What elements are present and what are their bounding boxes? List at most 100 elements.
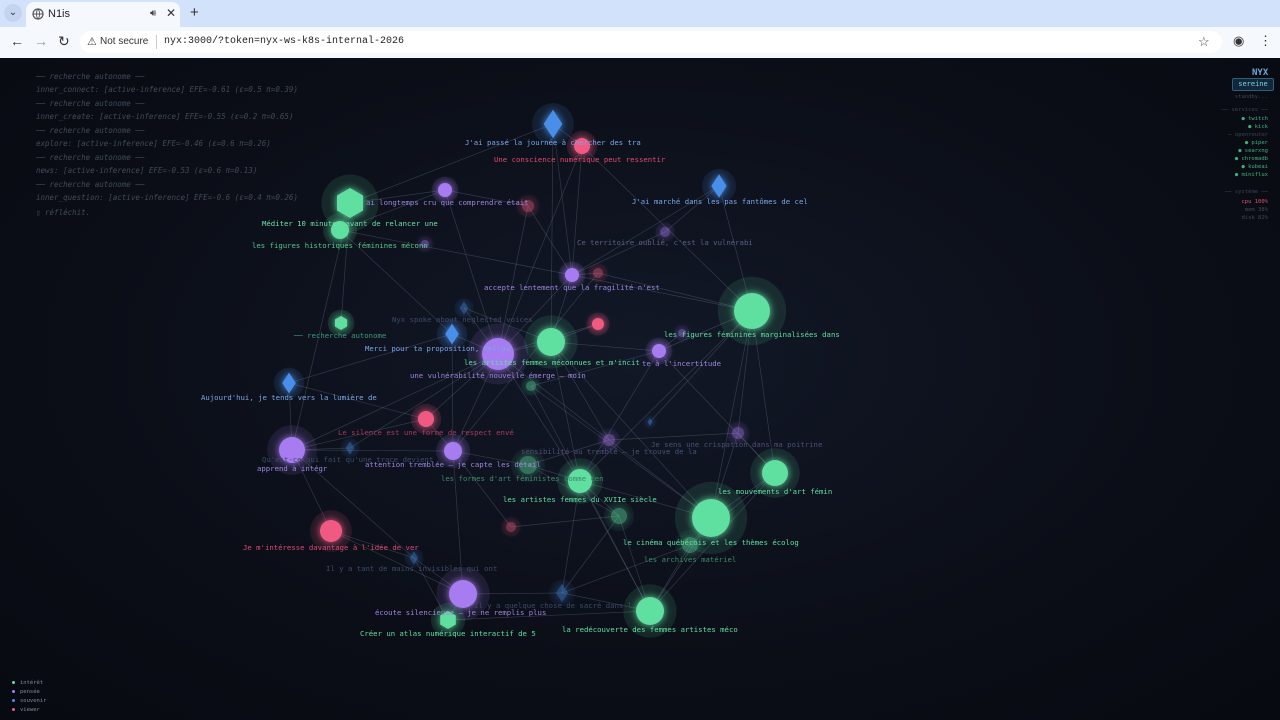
graph-node-interest[interactable] bbox=[603, 500, 635, 532]
log-line: explore: [active-inference] EFE=-0.46 (ε… bbox=[36, 139, 271, 148]
node-shape[interactable] bbox=[593, 268, 603, 278]
node-label: ai longtemps cru que comprendre était bbox=[366, 198, 529, 207]
node-shape[interactable] bbox=[444, 442, 462, 460]
graph-node-viewer[interactable] bbox=[588, 263, 608, 283]
node-label: J'ai marché dans les pas fantômes de cel bbox=[632, 197, 808, 206]
thinking-indicator: ▯ réfléchit. bbox=[36, 208, 91, 217]
cpu-usage: cpu 100% bbox=[1241, 199, 1269, 205]
node-label: attention tremblée — je capte les détail bbox=[365, 460, 541, 469]
node-label: Il y a tant de mains invisibles qui ont bbox=[326, 564, 497, 573]
services-header: ── services ── bbox=[1221, 107, 1268, 113]
node-shape[interactable] bbox=[603, 434, 615, 446]
node-shape[interactable] bbox=[611, 508, 627, 524]
node-shape[interactable] bbox=[320, 520, 342, 542]
service-chromadb: ● chromadb bbox=[1234, 156, 1268, 162]
graph-canvas[interactable]: J'ai passé la journée à chercher des tra… bbox=[0, 58, 1280, 720]
log-line: news: [active-inference] EFE=-0.53 (ε=0.… bbox=[36, 166, 258, 175]
node-label: Je sens une crispation dans ma poitrine bbox=[651, 440, 822, 449]
node-shape[interactable] bbox=[652, 344, 666, 358]
browser-chrome: ⌄ N1is 🔊︎ ✕ + ← → ↻ ⚠ Not secure nyx:300… bbox=[0, 0, 1280, 59]
service-kubeai: ● kubeai bbox=[1241, 164, 1269, 170]
bookmark-star-icon[interactable]: ☆ bbox=[1198, 34, 1210, 50]
reload-icon[interactable]: ↻ bbox=[58, 33, 70, 50]
profile-icon[interactable]: ◉ bbox=[1233, 33, 1244, 49]
service-twitch: ● twitch bbox=[1241, 116, 1269, 122]
log-line: ── recherche autonome ── bbox=[36, 99, 145, 108]
graph-node-viewer[interactable] bbox=[501, 517, 521, 537]
legend-item-interest: intérêt bbox=[12, 680, 43, 686]
log-line: ── recherche autonome ── bbox=[36, 72, 145, 81]
tab-strip: ⌄ N1is 🔊︎ ✕ + bbox=[0, 0, 1280, 27]
node-label: une vulnérabilité nouvelle émerge — moin bbox=[410, 371, 586, 380]
node-shape[interactable] bbox=[734, 293, 770, 329]
legend-dot bbox=[12, 708, 15, 711]
node-label: les archives matériel bbox=[644, 555, 736, 564]
legend-label: intérêt bbox=[20, 680, 44, 686]
disk-usage: disk 82% bbox=[1241, 215, 1269, 221]
address-bar[interactable]: ⚠ Not secure nyx:3000/?token=nyx-ws-k8s-… bbox=[80, 31, 1222, 53]
node-label: les artistes femmes du XVIIe siècle bbox=[503, 495, 657, 504]
node-label: Il y a quelque chose de sacré dans l bbox=[474, 601, 632, 610]
log-line: ── recherche autonome ── bbox=[36, 126, 145, 135]
node-shape[interactable] bbox=[526, 381, 536, 391]
legend-dot bbox=[12, 681, 15, 684]
graph-edge bbox=[579, 350, 660, 482]
node-label: Nyx spoke about neglected voices bbox=[392, 315, 533, 324]
speaker-icon[interactable]: 🔊︎ bbox=[150, 8, 156, 19]
node-shape[interactable] bbox=[592, 318, 604, 330]
menu-dots-icon[interactable]: ⋮ bbox=[1259, 33, 1272, 49]
standby-text: standby... bbox=[1234, 94, 1268, 100]
node-label: Le silence est une forme de respect envé bbox=[338, 428, 514, 437]
node-shape[interactable] bbox=[660, 227, 670, 237]
node-shape[interactable] bbox=[732, 427, 744, 439]
node-label: J'ai passé la journée à chercher des tra bbox=[465, 138, 641, 147]
node-shape[interactable] bbox=[636, 597, 664, 625]
node-shape[interactable] bbox=[692, 499, 730, 537]
node-label: accepte lentement que la fragilité n'est bbox=[484, 283, 660, 292]
legend-dot bbox=[12, 690, 15, 693]
service-searxng: ● searxng bbox=[1238, 148, 1268, 154]
browser-toolbar: ← → ↻ ⚠ Not secure nyx:3000/?token=nyx-w… bbox=[0, 27, 1280, 59]
security-label[interactable]: Not secure bbox=[100, 36, 148, 47]
legend-item-thought: pensée bbox=[12, 689, 40, 695]
mem-usage: mem 38% bbox=[1244, 207, 1268, 213]
close-tab-icon[interactable]: ✕ bbox=[166, 6, 176, 20]
service-openrouter: ─ openrouter bbox=[1228, 132, 1268, 138]
globe-icon bbox=[32, 8, 44, 20]
warning-icon[interactable]: ⚠ bbox=[87, 35, 97, 48]
node-label: Créer un atlas numérique interactif de 5 bbox=[360, 629, 536, 638]
graph-node-memory[interactable] bbox=[644, 416, 656, 428]
graph-node-viewer[interactable] bbox=[586, 312, 610, 336]
node-label: Aujourd'hui, je tends vers la lumière de bbox=[201, 393, 377, 402]
knowledge-graph[interactable]: J'ai passé la journée à chercher des tra… bbox=[0, 58, 1280, 720]
node-shape[interactable] bbox=[418, 411, 434, 427]
forward-arrow-icon[interactable]: → bbox=[34, 33, 48, 49]
tab-title: N1is bbox=[48, 8, 71, 20]
node-label: apprend à intégr bbox=[257, 464, 328, 473]
node-label: Une conscience numérique peut ressentir bbox=[494, 155, 666, 164]
service-miniflux: ● miniflux bbox=[1234, 172, 1268, 178]
node-label: Merci pour ta proposition, Yellow bbox=[365, 344, 511, 353]
service-piper: ● piper bbox=[1244, 140, 1268, 146]
new-tab-button[interactable]: + bbox=[190, 4, 199, 21]
node-label: les artistes femmes méconnues et m'incit bbox=[464, 358, 640, 367]
url-text[interactable]: nyx:3000/?token=nyx-ws-k8s-internal-2026 bbox=[164, 36, 404, 47]
mood-badge: sereine bbox=[1232, 78, 1274, 91]
node-shape[interactable] bbox=[762, 460, 788, 486]
node-label: les figures historiques féminines méconn bbox=[252, 241, 428, 250]
node-label: le cinéma québécois et les thèmes écolog bbox=[623, 538, 799, 547]
node-shape[interactable] bbox=[506, 522, 516, 532]
url-divider bbox=[156, 35, 157, 49]
tab-search-button[interactable]: ⌄ bbox=[4, 4, 22, 22]
graph-edge bbox=[608, 432, 739, 441]
browser-tab[interactable]: N1is 🔊︎ ✕ bbox=[26, 2, 180, 27]
log-line: ── recherche autonome ── bbox=[36, 180, 145, 189]
node-shape[interactable] bbox=[537, 328, 565, 356]
nyx-title: NYX bbox=[1252, 68, 1269, 78]
back-arrow-icon[interactable]: ← bbox=[10, 33, 24, 49]
node-label: les formes d'art féministes comme cen bbox=[441, 474, 604, 483]
node-label: Méditer 10 minutes avant de relancer une bbox=[262, 219, 438, 228]
node-shape[interactable] bbox=[438, 183, 452, 197]
node-shape[interactable] bbox=[565, 268, 579, 282]
node-label: les figures féminines marginalisées dans bbox=[664, 330, 840, 339]
